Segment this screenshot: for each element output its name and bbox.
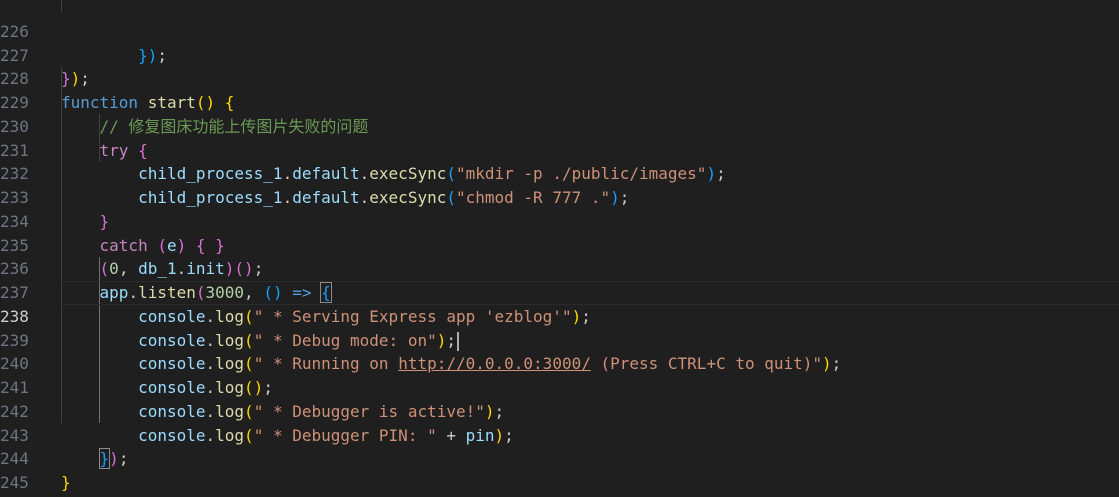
code-line[interactable]: 236 app.listen(3000, () => { bbox=[0, 234, 1119, 303]
code-line[interactable]: 246 bbox=[0, 471, 1119, 497]
code-line-current[interactable]: 238 console.log(" * Debug mode: on"); bbox=[0, 281, 1119, 351]
code-line[interactable]: 235 (0, db_1.init)(); bbox=[0, 210, 1119, 279]
code-line[interactable]: 228 function start() { bbox=[0, 44, 1119, 112]
code-line[interactable]: 229 // 修复图床功能上传图片失败的问题 bbox=[0, 67, 1119, 136]
code-line[interactable]: 227 }); bbox=[0, 20, 1119, 89]
code-line[interactable]: 239 console.log(" * Running on http://0.… bbox=[0, 305, 1119, 374]
code-line[interactable]: 230 try { bbox=[0, 91, 1119, 160]
code-line[interactable]: 240 console.log(); bbox=[0, 329, 1119, 397]
code-line[interactable]: 242 console.log(" * Debugger PIN: " + pi… bbox=[0, 376, 1119, 445]
code-line[interactable]: 231 child_process_1.default.execSync("mk… bbox=[0, 115, 1119, 184]
code-line[interactable]: 226 }); bbox=[0, 0, 1119, 65]
code-line[interactable]: 241 console.log(" * Debugger is active!"… bbox=[0, 352, 1119, 421]
code-line[interactable]: 237 console.log(" * Serving Express app … bbox=[0, 257, 1119, 326]
code-line[interactable]: 233 } bbox=[0, 162, 1119, 231]
code-line[interactable]: 244 } bbox=[0, 424, 1119, 492]
code-line[interactable]: 232 child_process_1.default.execSync("ch… bbox=[0, 139, 1119, 207]
code-line[interactable]: 243 }); bbox=[0, 400, 1119, 470]
code-editor[interactable]: 226 }); 227 }); 228 function start() { 2… bbox=[0, 0, 1119, 497]
code-line[interactable]: 245 exports.start = start; bbox=[0, 447, 1119, 497]
code-line[interactable]: 234 catch (e) { } bbox=[0, 186, 1119, 255]
